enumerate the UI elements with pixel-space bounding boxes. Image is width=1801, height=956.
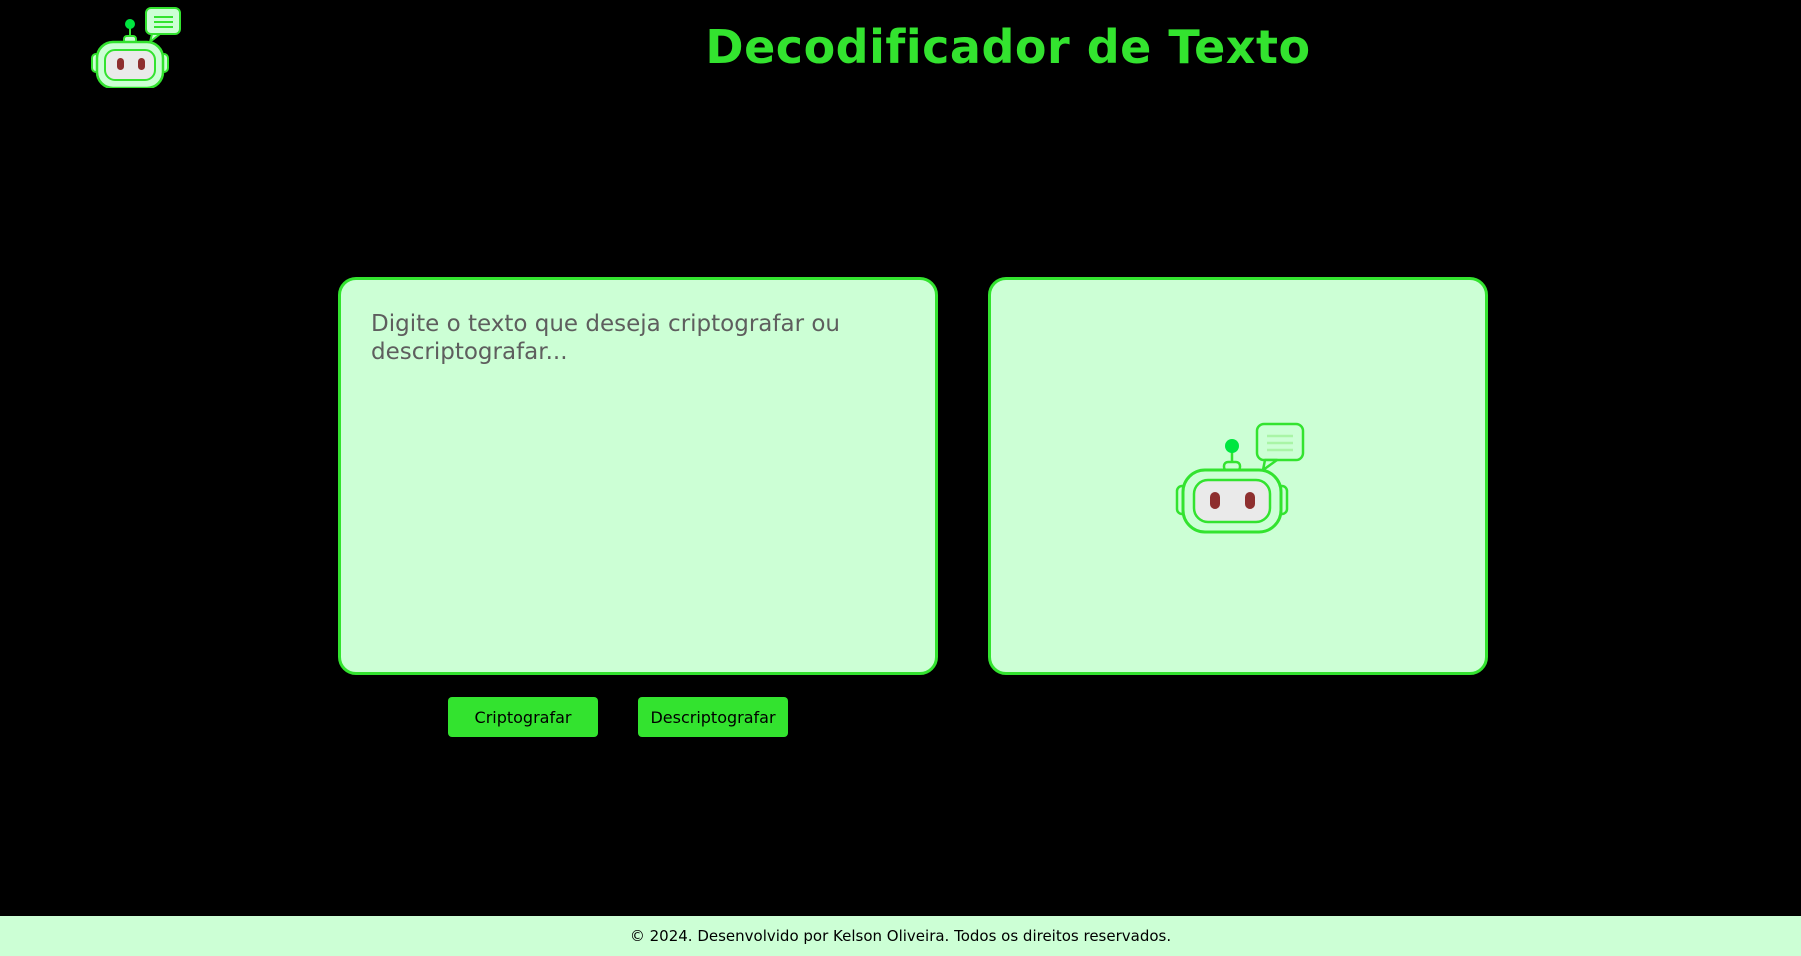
footer-text: © 2024. Desenvolvido por Kelson Oliveira… xyxy=(629,927,1172,945)
footer: © 2024. Desenvolvido por Kelson Oliveira… xyxy=(0,916,1801,956)
page: Decodificador de Texto Cri xyxy=(0,0,1801,956)
output-panel xyxy=(988,277,1488,675)
page-title: Decodificador de Texto xyxy=(705,20,1311,74)
encrypt-button[interactable]: Criptografar xyxy=(448,697,598,737)
text-input[interactable] xyxy=(341,280,935,672)
robot-illustration-icon xyxy=(1175,422,1305,534)
decrypt-button[interactable]: Descriptografar xyxy=(638,697,788,737)
input-panel xyxy=(338,277,938,675)
